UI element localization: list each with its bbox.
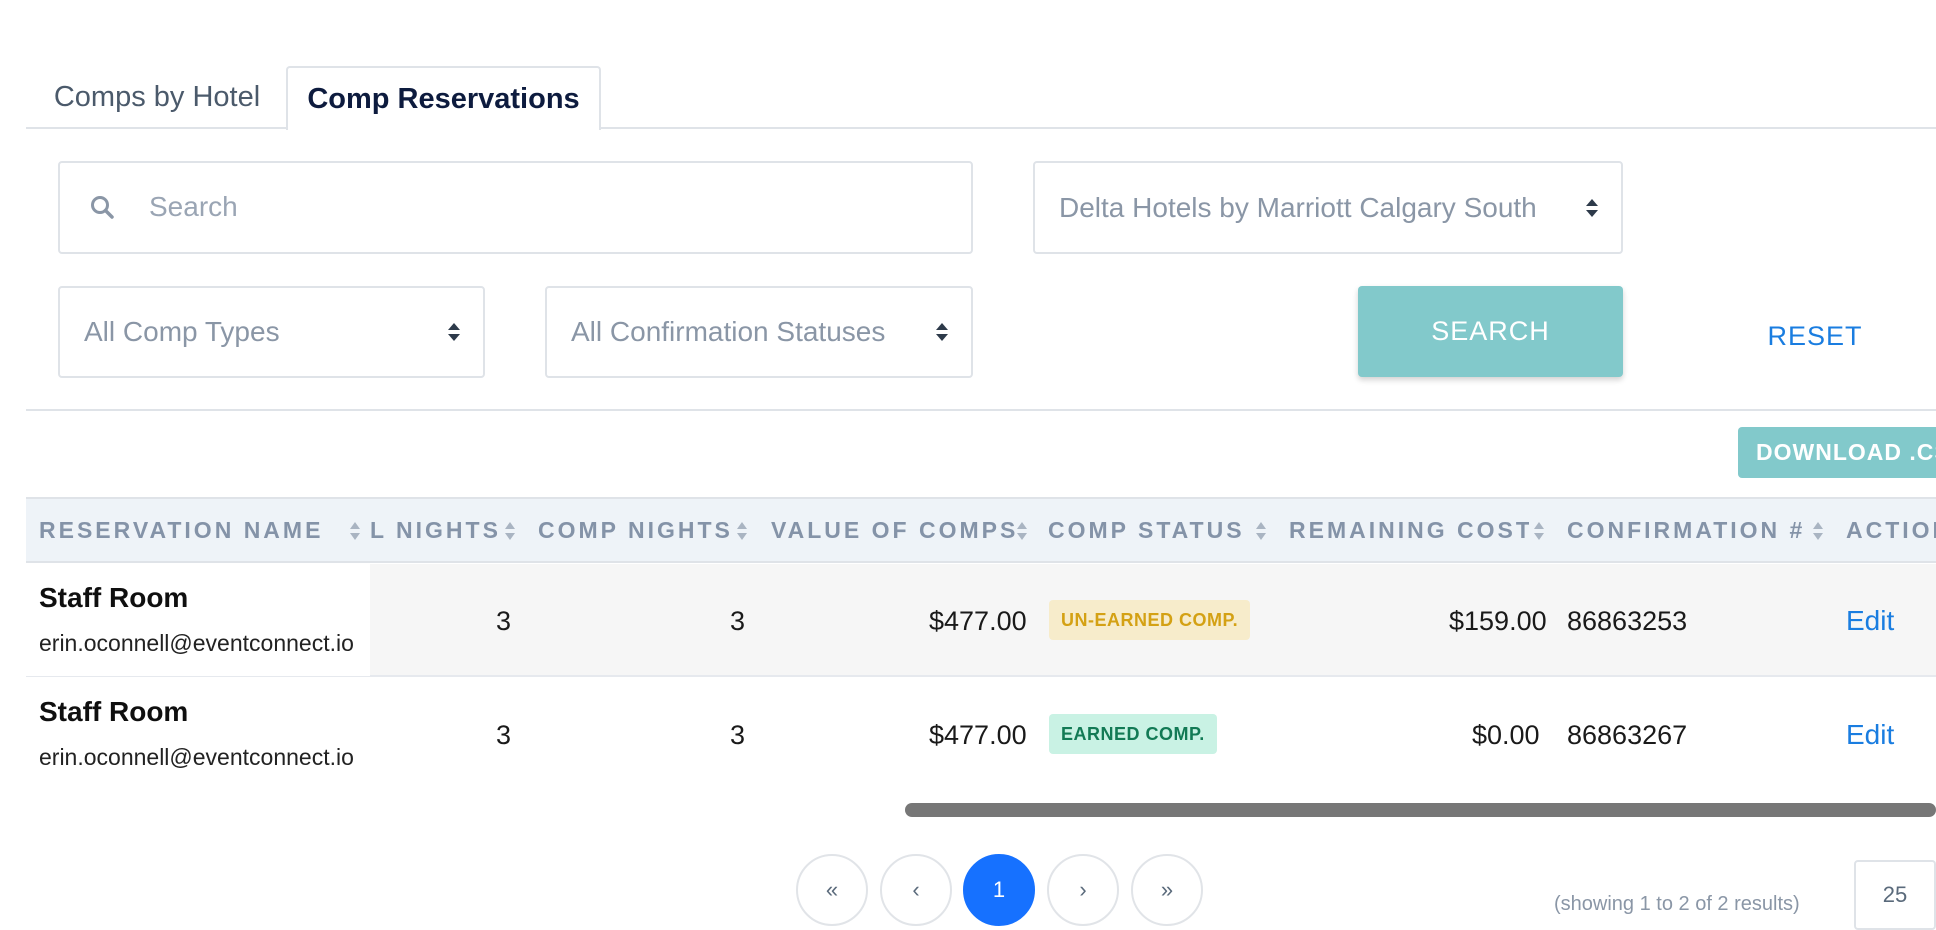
confirmation-number: 86863253 — [1567, 606, 1688, 636]
edit-link[interactable]: Edit — [1846, 719, 1894, 751]
column-header-comp-nights[interactable]: COMP NIGHTS — [538, 499, 756, 561]
hotel-select[interactable]: Delta Hotels by Marriott Calgary South — [1033, 161, 1623, 254]
column-header-remaining-cost[interactable]: REMAINING COST — [1289, 499, 1529, 561]
download-csv-button[interactable]: DOWNLOAD .CS — [1738, 427, 1936, 478]
table-row: Staff Room erin.oconnell@eventconnect.io… — [26, 564, 1936, 677]
select-arrows-icon — [448, 323, 460, 341]
reservation-email: erin.oconnell@eventconnect.io — [39, 744, 354, 770]
sort-icon[interactable] — [504, 521, 516, 541]
reservation-name: Staff Room — [39, 582, 189, 613]
next-page-button[interactable]: › — [1047, 854, 1119, 926]
column-header-comp-status[interactable]: COMP STATUS — [1048, 499, 1248, 561]
per-page-select[interactable]: 25 — [1854, 860, 1936, 930]
last-page-button[interactable]: » — [1131, 854, 1203, 926]
reset-link[interactable]: RESET — [1740, 316, 1890, 356]
sort-icon[interactable] — [1016, 521, 1028, 541]
sort-icon[interactable] — [1812, 521, 1824, 541]
sort-icon[interactable] — [1255, 521, 1267, 541]
sort-icon[interactable] — [736, 521, 748, 541]
status-badge: UN-EARNED COMP. — [1049, 600, 1251, 640]
column-header-value-of-comps[interactable]: VALUE OF COMPS — [771, 499, 1023, 561]
tab-comps-by-hotel[interactable]: Comps by Hotel — [26, 66, 288, 128]
horizontal-scrollbar[interactable] — [905, 803, 1936, 817]
comp-type-select-value: All Comp Types — [84, 316, 280, 347]
table-row: Staff Room erin.oconnell@eventconnect.io… — [26, 678, 1936, 791]
column-header-confirmation[interactable]: CONFIRMATION # — [1567, 499, 1817, 561]
column-header-total-nights[interactable]: L NIGHTS — [370, 499, 506, 561]
search-button[interactable]: SEARCH — [1358, 286, 1623, 377]
remaining-cost: $159.00 — [1449, 606, 1547, 636]
sort-icon[interactable] — [349, 521, 361, 541]
tab-comp-reservations[interactable]: Comp Reservations — [286, 66, 601, 130]
reservation-email: erin.oconnell@eventconnect.io — [39, 630, 354, 656]
first-page-button[interactable]: « — [796, 854, 868, 926]
value-of-comps: $477.00 — [929, 720, 1027, 750]
confirmation-status-select-value: All Confirmation Statuses — [571, 316, 886, 347]
value-of-comps: $477.00 — [929, 606, 1027, 636]
total-nights: 3 — [496, 606, 512, 636]
confirmation-number: 86863267 — [1567, 720, 1688, 750]
edit-link[interactable]: Edit — [1846, 605, 1894, 637]
results-count: (showing 1 to 2 of 2 results) — [1554, 893, 1800, 915]
search-icon — [91, 196, 114, 219]
sort-icon[interactable] — [1533, 521, 1545, 541]
remaining-cost: $0.00 — [1472, 720, 1540, 750]
hotel-select-value: Delta Hotels by Marriott Calgary South — [1059, 191, 1537, 223]
column-header-action: ACTION — [1846, 516, 1936, 543]
comp-nights: 3 — [730, 606, 746, 636]
reservation-name: Staff Room — [39, 696, 189, 727]
prev-page-button[interactable]: ‹ — [880, 854, 952, 926]
search-placeholder: Search — [149, 191, 238, 222]
select-arrows-icon — [1586, 198, 1598, 217]
comp-type-select[interactable]: All Comp Types — [58, 286, 485, 378]
total-nights: 3 — [496, 720, 512, 750]
select-arrows-icon — [936, 323, 948, 341]
reservation-name-cell — [26, 564, 370, 676]
confirmation-status-select[interactable]: All Confirmation Statuses — [545, 286, 973, 378]
column-header-reservation-name[interactable]: RESERVATION NAME — [39, 499, 339, 561]
status-badge: EARNED COMP. — [1049, 714, 1217, 754]
table-header: RESERVATION NAME L NIGHTS COMP NIGHTS VA… — [26, 497, 1936, 563]
filters-divider — [26, 409, 1936, 411]
comp-nights: 3 — [730, 720, 746, 750]
search-input[interactable]: Search — [58, 161, 973, 254]
page-1-button[interactable]: 1 — [963, 854, 1035, 926]
